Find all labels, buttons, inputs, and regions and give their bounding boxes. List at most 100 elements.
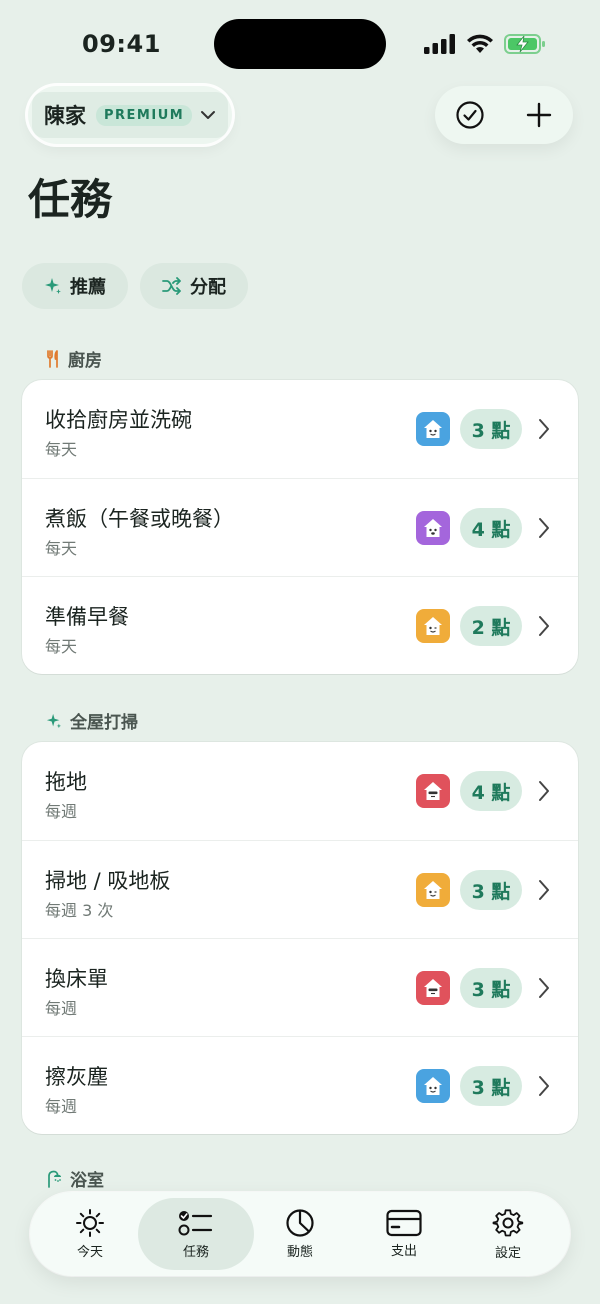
points-badge: 3 點 <box>460 409 522 449</box>
chevron-right-icon <box>539 518 549 538</box>
task-title: 收拾廚房並洗碗 <box>45 408 192 432</box>
chevron-right-icon <box>539 616 549 636</box>
battery-charging-icon <box>504 34 545 54</box>
chevron-right-icon <box>539 1076 549 1096</box>
points-badge: 3 點 <box>460 968 522 1008</box>
task-row[interactable]: 收拾廚房並洗碗 每天 3 點 <box>22 380 578 478</box>
assignee-avatar <box>416 1069 450 1103</box>
pie-chart-icon <box>286 1209 314 1237</box>
credit-card-icon <box>386 1209 422 1237</box>
section-title: 全屋打掃 <box>70 713 138 733</box>
fork-knife-icon <box>47 349 58 368</box>
points-badge: 4 點 <box>460 771 522 811</box>
tab-label: 動態 <box>286 1245 313 1260</box>
points-badge: 3 點 <box>460 1066 522 1106</box>
task-frequency: 每天 <box>45 637 78 656</box>
house-face-icon <box>424 519 442 537</box>
add-task-button[interactable] <box>517 93 561 137</box>
page-title: 任務 <box>28 175 113 224</box>
assignee-avatar <box>416 971 450 1005</box>
task-row[interactable]: 拖地 每週 4 點 <box>22 742 578 840</box>
dynamic-island <box>214 19 386 69</box>
points-badge: 3 點 <box>460 870 522 910</box>
tab-activity[interactable]: 動態 <box>248 1192 352 1276</box>
assignee-avatar <box>416 774 450 808</box>
tab-label: 任務 <box>182 1245 209 1260</box>
assignee-avatar <box>416 412 450 446</box>
sun-icon <box>76 1209 104 1237</box>
tab-today[interactable]: 今天 <box>38 1192 142 1276</box>
task-title: 擦灰塵 <box>45 1065 108 1089</box>
task-frequency: 每週 <box>45 1097 78 1116</box>
house-face-icon <box>424 979 442 997</box>
section-header-kitchen: 廚房 <box>46 346 102 371</box>
tab-settings[interactable]: 設定 <box>456 1192 560 1276</box>
sparkle-icon <box>45 278 61 294</box>
sparkle-icon <box>46 713 62 728</box>
points-badge: 2 點 <box>460 606 522 646</box>
task-list-icon <box>178 1211 213 1236</box>
house-face-icon <box>424 881 442 899</box>
chevron-down-icon <box>201 111 216 119</box>
tab-label: 支出 <box>390 1244 417 1259</box>
task-row[interactable]: 換床單 每週 3 點 <box>22 938 578 1036</box>
cellular-signal-icon <box>424 34 455 54</box>
status-time: 09:41 <box>82 30 161 58</box>
task-title: 煮飯（午餐或晚餐） <box>45 507 234 531</box>
task-row[interactable]: 掃地 / 吸地板 每週 3 次 3 點 <box>22 840 578 938</box>
chevron-right-icon <box>539 781 549 801</box>
household-name: 陳家 <box>44 104 86 128</box>
header-actions <box>435 86 573 144</box>
task-card-house-cleaning: 拖地 每週 4 點 掃地 / 吸地板 每週 3 次 3 點 換床單 每週 3 點… <box>22 742 578 1134</box>
tab-tasks[interactable]: 任務 <box>144 1192 248 1276</box>
house-face-icon <box>424 420 442 438</box>
chevron-right-icon <box>539 419 549 439</box>
task-row[interactable]: 煮飯（午餐或晚餐） 每天 4 點 <box>22 478 578 576</box>
filter-chip-recommend[interactable]: 推薦 <box>22 263 128 309</box>
gear-icon <box>492 1209 524 1237</box>
task-title: 準備早餐 <box>45 605 129 629</box>
house-face-icon <box>424 1077 442 1095</box>
complete-task-button[interactable] <box>448 93 492 137</box>
points-badge: 4 點 <box>460 508 522 548</box>
task-frequency: 每週 3 次 <box>45 901 114 920</box>
tab-label: 設定 <box>494 1246 521 1261</box>
household-selector[interactable]: 陳家 PREMIUM <box>28 86 232 144</box>
assignee-avatar <box>416 609 450 643</box>
section-title: 廚房 <box>68 351 102 371</box>
status-icons <box>424 32 546 56</box>
house-face-icon <box>424 617 442 635</box>
task-title: 拖地 <box>45 770 87 794</box>
checkmark-circle-icon <box>455 101 484 129</box>
task-frequency: 每週 <box>45 802 78 821</box>
task-frequency: 每天 <box>45 539 78 558</box>
section-header-bathroom: 浴室 <box>46 1166 104 1191</box>
tab-bar: 今天 任務 動態 支出 設定 <box>30 1192 570 1276</box>
task-row[interactable]: 準備早餐 每天 2 點 <box>22 576 578 674</box>
assignee-avatar <box>416 511 450 545</box>
filter-chips: 推薦 分配 <box>22 263 248 309</box>
task-row[interactable]: 擦灰塵 每週 3 點 <box>22 1036 578 1134</box>
filter-chip-assign[interactable]: 分配 <box>140 263 248 309</box>
task-title: 換床單 <box>45 967 108 991</box>
chevron-right-icon <box>539 880 549 900</box>
task-frequency: 每週 <box>45 999 78 1018</box>
filter-chip-label: 分配 <box>190 277 226 298</box>
filter-chip-label: 推薦 <box>70 277 106 298</box>
house-face-icon <box>424 782 442 800</box>
chevron-right-icon <box>539 978 549 998</box>
shower-icon <box>48 1170 61 1188</box>
plus-icon <box>526 102 551 128</box>
shuffle-icon <box>162 277 181 295</box>
task-title: 掃地 / 吸地板 <box>45 869 171 893</box>
section-title: 浴室 <box>70 1171 104 1191</box>
section-header-house-cleaning: 全屋打掃 <box>46 708 138 733</box>
status-bar: 09:41 <box>0 0 600 88</box>
premium-badge: PREMIUM <box>96 104 193 126</box>
task-frequency: 每天 <box>45 440 78 459</box>
assignee-avatar <box>416 873 450 907</box>
tab-label: 今天 <box>76 1245 103 1260</box>
wifi-icon <box>467 34 493 53</box>
task-card-kitchen: 收拾廚房並洗碗 每天 3 點 煮飯（午餐或晚餐） 每天 4 點 準備早餐 每天 … <box>22 380 578 674</box>
tab-expenses[interactable]: 支出 <box>352 1192 456 1276</box>
